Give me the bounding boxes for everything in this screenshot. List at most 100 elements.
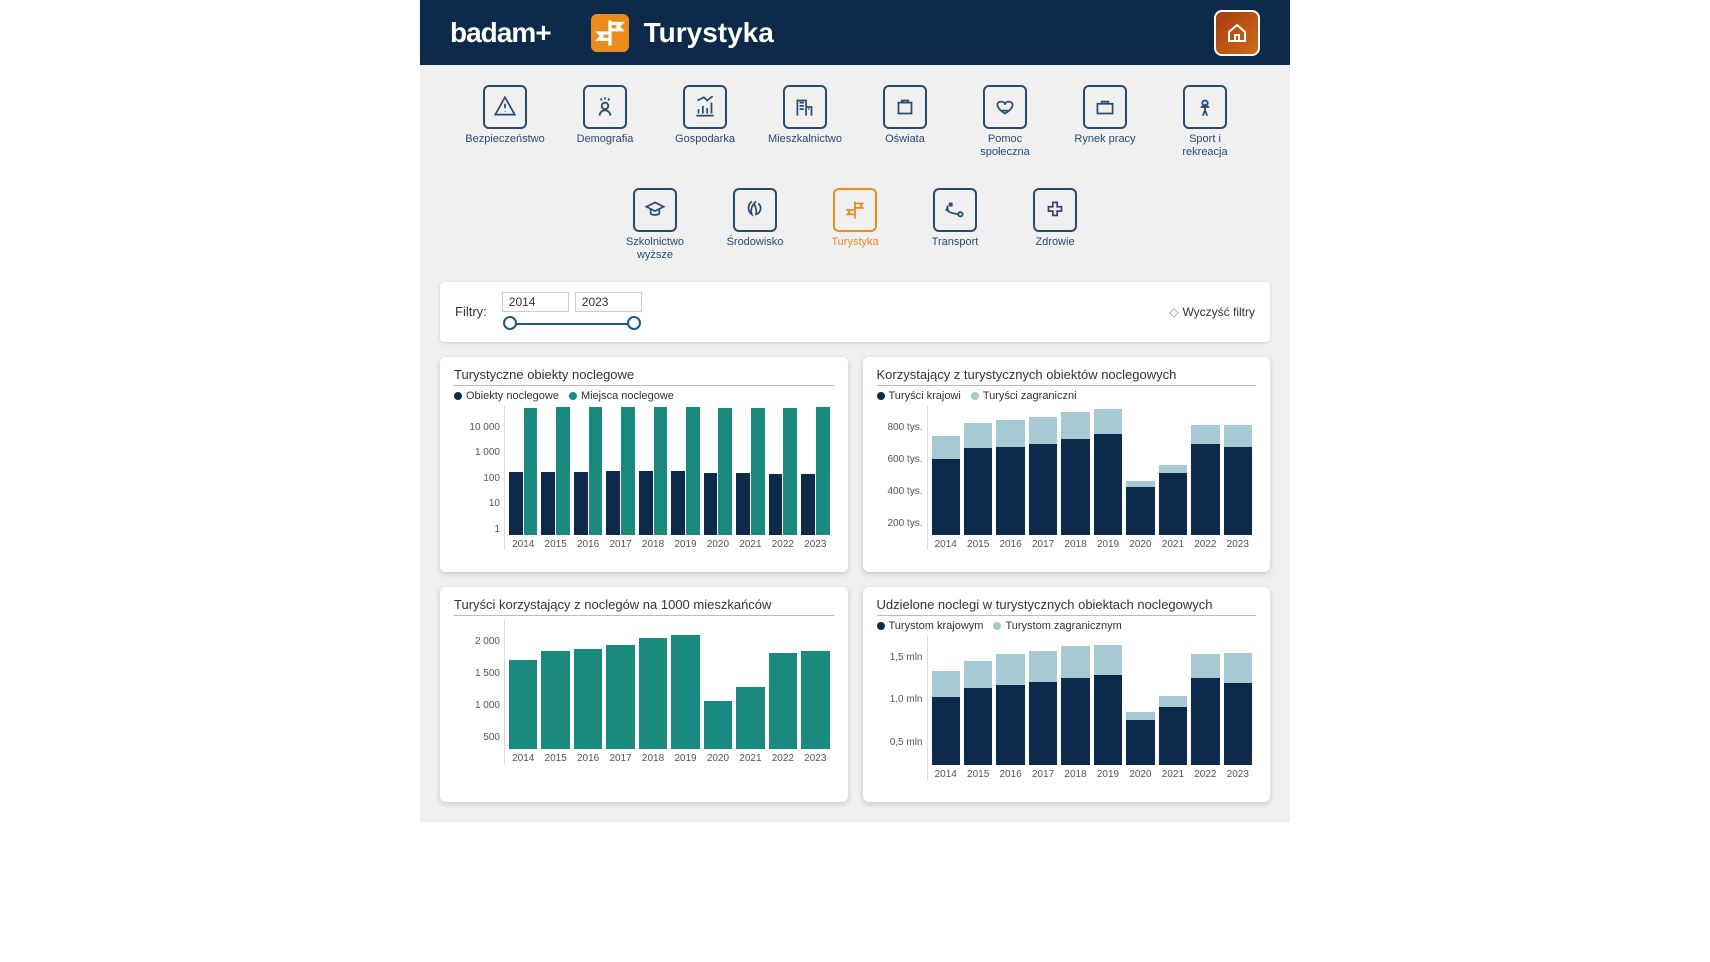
- bar-segment[interactable]: [996, 685, 1024, 765]
- bar-segment[interactable]: [1061, 439, 1089, 535]
- home-button[interactable]: [1214, 10, 1260, 56]
- bar-segment[interactable]: [996, 654, 1024, 684]
- year-from-input[interactable]: 2014: [502, 292, 569, 312]
- bar-segment[interactable]: [1224, 425, 1252, 447]
- bar[interactable]: [639, 638, 667, 748]
- bar[interactable]: [751, 408, 765, 535]
- x-tick: 2021: [739, 539, 761, 550]
- clear-filters-button[interactable]: Wyczyść filtry: [1169, 305, 1255, 319]
- bar[interactable]: [736, 473, 750, 535]
- nav-item-env[interactable]: Środowisko: [720, 188, 790, 261]
- bar[interactable]: [704, 701, 732, 748]
- slider-thumb-from[interactable]: [503, 316, 517, 330]
- bar-segment[interactable]: [964, 661, 992, 687]
- bar-segment[interactable]: [1126, 487, 1154, 534]
- bar[interactable]: [816, 407, 830, 534]
- bar-segment[interactable]: [1029, 417, 1057, 444]
- bar-segment[interactable]: [964, 688, 992, 765]
- bar[interactable]: [736, 687, 764, 748]
- year-to-input[interactable]: 2023: [575, 292, 642, 312]
- bar[interactable]: [704, 473, 718, 535]
- bar-segment[interactable]: [1191, 444, 1219, 534]
- bar-segment[interactable]: [1029, 651, 1057, 682]
- bar-segment[interactable]: [1191, 425, 1219, 444]
- bar-segment[interactable]: [996, 420, 1024, 447]
- bar[interactable]: [509, 660, 537, 748]
- bar-segment[interactable]: [1126, 481, 1154, 488]
- bar-segment[interactable]: [1224, 653, 1252, 683]
- bar[interactable]: [556, 407, 570, 534]
- bar-segment[interactable]: [1224, 683, 1252, 765]
- bar[interactable]: [589, 407, 603, 534]
- nav-item-education[interactable]: Oświata: [870, 85, 940, 158]
- bar[interactable]: [686, 407, 700, 534]
- bar-segment[interactable]: [1094, 645, 1122, 675]
- bar-segment[interactable]: [1159, 696, 1187, 707]
- bar[interactable]: [541, 472, 555, 535]
- bar-segment[interactable]: [1094, 675, 1122, 765]
- year-range-slider[interactable]: 2014 2023: [502, 292, 642, 332]
- bar-segment[interactable]: [1159, 473, 1187, 535]
- x-tick: 2022: [1194, 539, 1216, 550]
- bar[interactable]: [541, 651, 569, 748]
- bar[interactable]: [621, 407, 635, 535]
- bar-segment[interactable]: [964, 423, 992, 449]
- bar-segment[interactable]: [1191, 654, 1219, 678]
- bar[interactable]: [718, 408, 732, 535]
- bar[interactable]: [671, 635, 699, 749]
- bar-segment[interactable]: [1061, 646, 1089, 678]
- nav-item-labor[interactable]: Rynek pracy: [1070, 85, 1140, 158]
- bar-segment[interactable]: [1061, 678, 1089, 764]
- bar[interactable]: [769, 474, 783, 535]
- bar-segment[interactable]: [1029, 682, 1057, 764]
- bar-group: 2017: [1029, 637, 1057, 780]
- sport-icon: [1183, 85, 1227, 129]
- nav-item-demography[interactable]: Demografia: [570, 85, 640, 158]
- bar-segment[interactable]: [1159, 707, 1187, 765]
- bar[interactable]: [606, 471, 620, 534]
- bar[interactable]: [574, 472, 588, 535]
- nav-item-higher[interactable]: Szkolnictwo wyższe: [620, 188, 690, 261]
- bar-segment[interactable]: [964, 448, 992, 534]
- bar[interactable]: [574, 649, 602, 749]
- bar[interactable]: [801, 474, 815, 535]
- nav-item-health[interactable]: Zdrowie: [1020, 188, 1090, 261]
- nav-item-transport[interactable]: Transport: [920, 188, 990, 261]
- x-tick: 2019: [674, 539, 696, 550]
- bar-group: 2020: [1126, 407, 1154, 550]
- bar[interactable]: [606, 645, 634, 749]
- x-tick: 2020: [707, 753, 729, 764]
- bar-segment[interactable]: [1126, 712, 1154, 720]
- nav-item-social[interactable]: Pomoc społeczna: [970, 85, 1040, 158]
- plot-area: 2014201520162017201820192020202120222023: [504, 406, 834, 550]
- bar-segment[interactable]: [1224, 447, 1252, 535]
- bar-segment[interactable]: [1126, 720, 1154, 765]
- bar[interactable]: [524, 408, 538, 535]
- chart-legend: Obiekty noclegoweMiejsca noclegowe: [454, 390, 834, 402]
- bar[interactable]: [654, 407, 668, 535]
- nav-item-safety[interactable]: Bezpieczeństwo: [470, 85, 540, 158]
- nav-item-sport[interactable]: Sport i rekreacja: [1170, 85, 1240, 158]
- bar[interactable]: [783, 408, 797, 535]
- bar-segment[interactable]: [996, 447, 1024, 535]
- bar[interactable]: [769, 653, 797, 749]
- bar[interactable]: [671, 471, 685, 535]
- bar-segment[interactable]: [932, 697, 960, 765]
- bar-segment[interactable]: [1061, 412, 1089, 439]
- nav-item-housing[interactable]: Mieszkalnictwo: [770, 85, 840, 158]
- bar-segment[interactable]: [1094, 434, 1122, 535]
- bar-segment[interactable]: [1191, 678, 1219, 764]
- bar-segment[interactable]: [1094, 409, 1122, 433]
- slider-thumb-to[interactable]: [627, 316, 641, 330]
- nav-item-tourism[interactable]: Turystyka: [820, 188, 890, 261]
- bar[interactable]: [639, 471, 653, 535]
- bar-segment[interactable]: [1029, 444, 1057, 534]
- x-tick: 2017: [1032, 769, 1054, 780]
- nav-item-economy[interactable]: Gospodarka: [670, 85, 740, 158]
- bar-segment[interactable]: [932, 459, 960, 534]
- bar-segment[interactable]: [932, 671, 960, 697]
- bar[interactable]: [801, 651, 829, 748]
- bar-segment[interactable]: [1159, 465, 1187, 473]
- bar[interactable]: [509, 472, 523, 535]
- bar-segment[interactable]: [932, 436, 960, 459]
